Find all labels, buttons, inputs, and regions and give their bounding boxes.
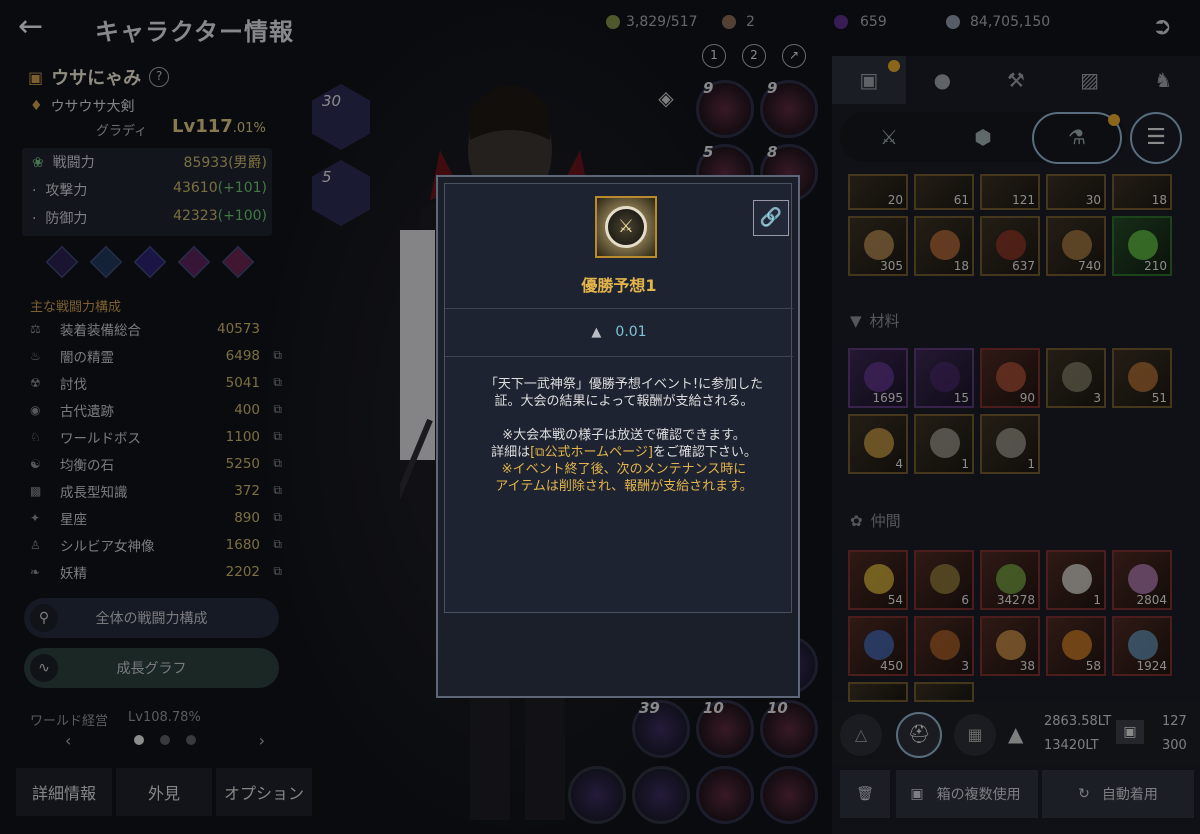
- item-detail-popup: ⚔ 🔗 優勝予想1 ▲ 0.01 「天下一武神祭」優勝予想イベント!に参加した 証…: [436, 175, 800, 698]
- item-description: 「天下一武神祭」優勝予想イベント!に参加した 証。大会の結果によって報酬が支給さ…: [484, 377, 764, 494]
- link-icon[interactable]: 🔗: [753, 200, 789, 236]
- divider: [445, 308, 793, 309]
- divider: [445, 356, 793, 357]
- item-name: 優勝予想1: [581, 276, 657, 295]
- item-weight-row: ▲ 0.01: [591, 324, 647, 340]
- item-image: ⚔: [595, 196, 657, 258]
- winner-prediction-coin-icon: ⚔: [605, 206, 647, 248]
- official-homepage-link[interactable]: [⧉公式ホームページ]: [530, 445, 653, 460]
- item-detail-frame: ⚔ 🔗 優勝予想1 ▲ 0.01 「天下一武神祭」優勝予想イベント!に参加した 証…: [444, 183, 793, 613]
- weight-icon: ▲: [591, 325, 602, 340]
